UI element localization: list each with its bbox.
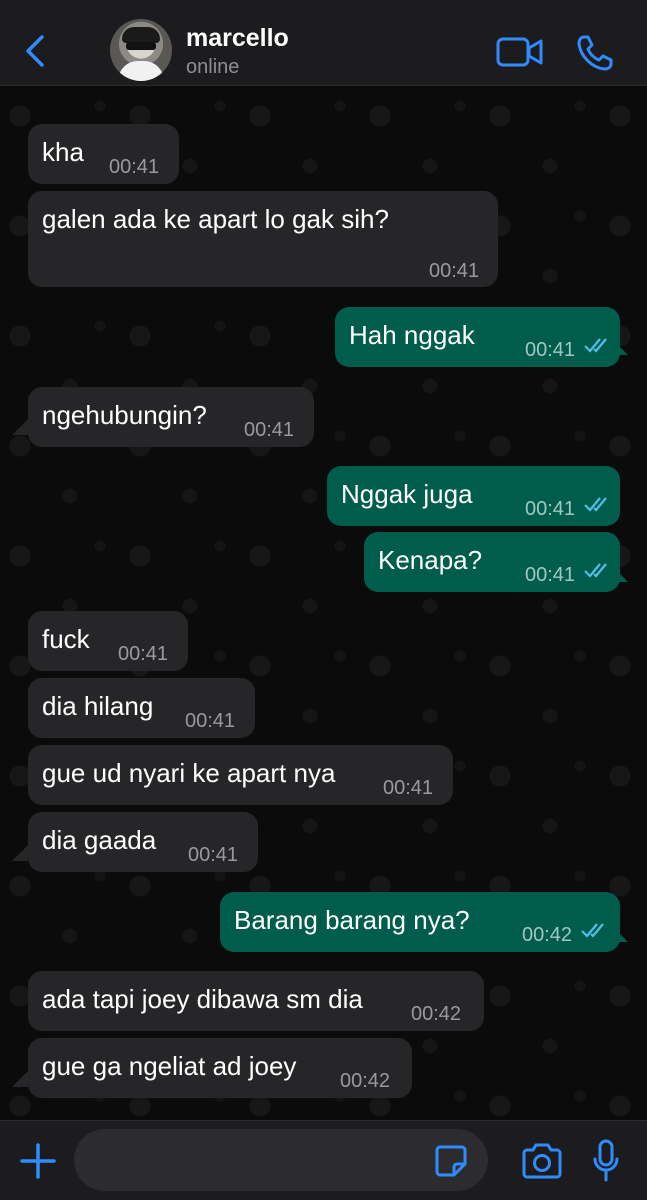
sticker-icon[interactable] bbox=[434, 1144, 468, 1178]
message-text: fuck bbox=[42, 624, 90, 654]
message-text: Barang barang nya? bbox=[234, 905, 470, 935]
contact-status: online bbox=[186, 56, 240, 78]
message-time: 00:41 bbox=[525, 339, 576, 361]
message-text: kha bbox=[42, 137, 84, 167]
message-time: 00:41 bbox=[429, 260, 480, 282]
video-call-icon[interactable] bbox=[496, 36, 544, 68]
message-time: 00:41 bbox=[525, 564, 576, 586]
message-time: 00:41 bbox=[525, 498, 576, 520]
message-time: 00:42 bbox=[340, 1070, 391, 1092]
camera-icon[interactable] bbox=[520, 1143, 564, 1179]
message-text: Kenapa? bbox=[378, 545, 483, 575]
message-text: gue ud nyari ke apart nya bbox=[42, 758, 336, 788]
read-receipt-icon bbox=[581, 923, 604, 938]
message-time: 00:41 bbox=[118, 643, 169, 665]
message-time: 00:41 bbox=[383, 777, 434, 799]
message-time: 00:42 bbox=[522, 924, 573, 946]
message-time: 00:41 bbox=[188, 844, 239, 866]
read-receipt-icon bbox=[584, 497, 607, 512]
message-time: 00:41 bbox=[185, 710, 236, 732]
message-time: 00:42 bbox=[411, 1003, 462, 1025]
message-input[interactable] bbox=[74, 1129, 488, 1191]
avatar[interactable] bbox=[110, 19, 172, 81]
message-text: galen ada ke apart lo gak sih? bbox=[42, 204, 389, 234]
composer-bar bbox=[0, 1120, 647, 1200]
bubble-tail bbox=[12, 1071, 28, 1087]
message-time: 00:41 bbox=[244, 419, 295, 441]
message-text: dia hilang bbox=[42, 691, 154, 721]
plus-icon[interactable] bbox=[18, 1141, 58, 1181]
microphone-icon[interactable] bbox=[592, 1139, 620, 1183]
phone-call-icon[interactable] bbox=[576, 34, 614, 72]
message-text: Hah nggak bbox=[349, 320, 475, 350]
message-text: gue ga ngeliat ad joey bbox=[42, 1051, 297, 1081]
message-text: Nggak juga bbox=[341, 479, 473, 509]
bubble-tail bbox=[12, 419, 28, 435]
read-receipt-icon bbox=[584, 563, 607, 578]
contact-name[interactable]: marcello bbox=[186, 24, 289, 53]
message-text: dia gaada bbox=[42, 825, 157, 855]
message-text: ngehubungin? bbox=[42, 400, 207, 430]
message-list[interactable]: kha 00:41 galen ada ke apart lo gak sih?… bbox=[0, 86, 647, 1120]
read-receipt-icon bbox=[584, 338, 607, 353]
message-text: ada tapi joey dibawa sm dia bbox=[42, 984, 363, 1014]
chat-header: marcello online bbox=[0, 0, 647, 86]
back-chevron-icon[interactable] bbox=[20, 33, 50, 69]
message-time: 00:41 bbox=[109, 156, 160, 178]
bubble-tail bbox=[12, 845, 28, 861]
